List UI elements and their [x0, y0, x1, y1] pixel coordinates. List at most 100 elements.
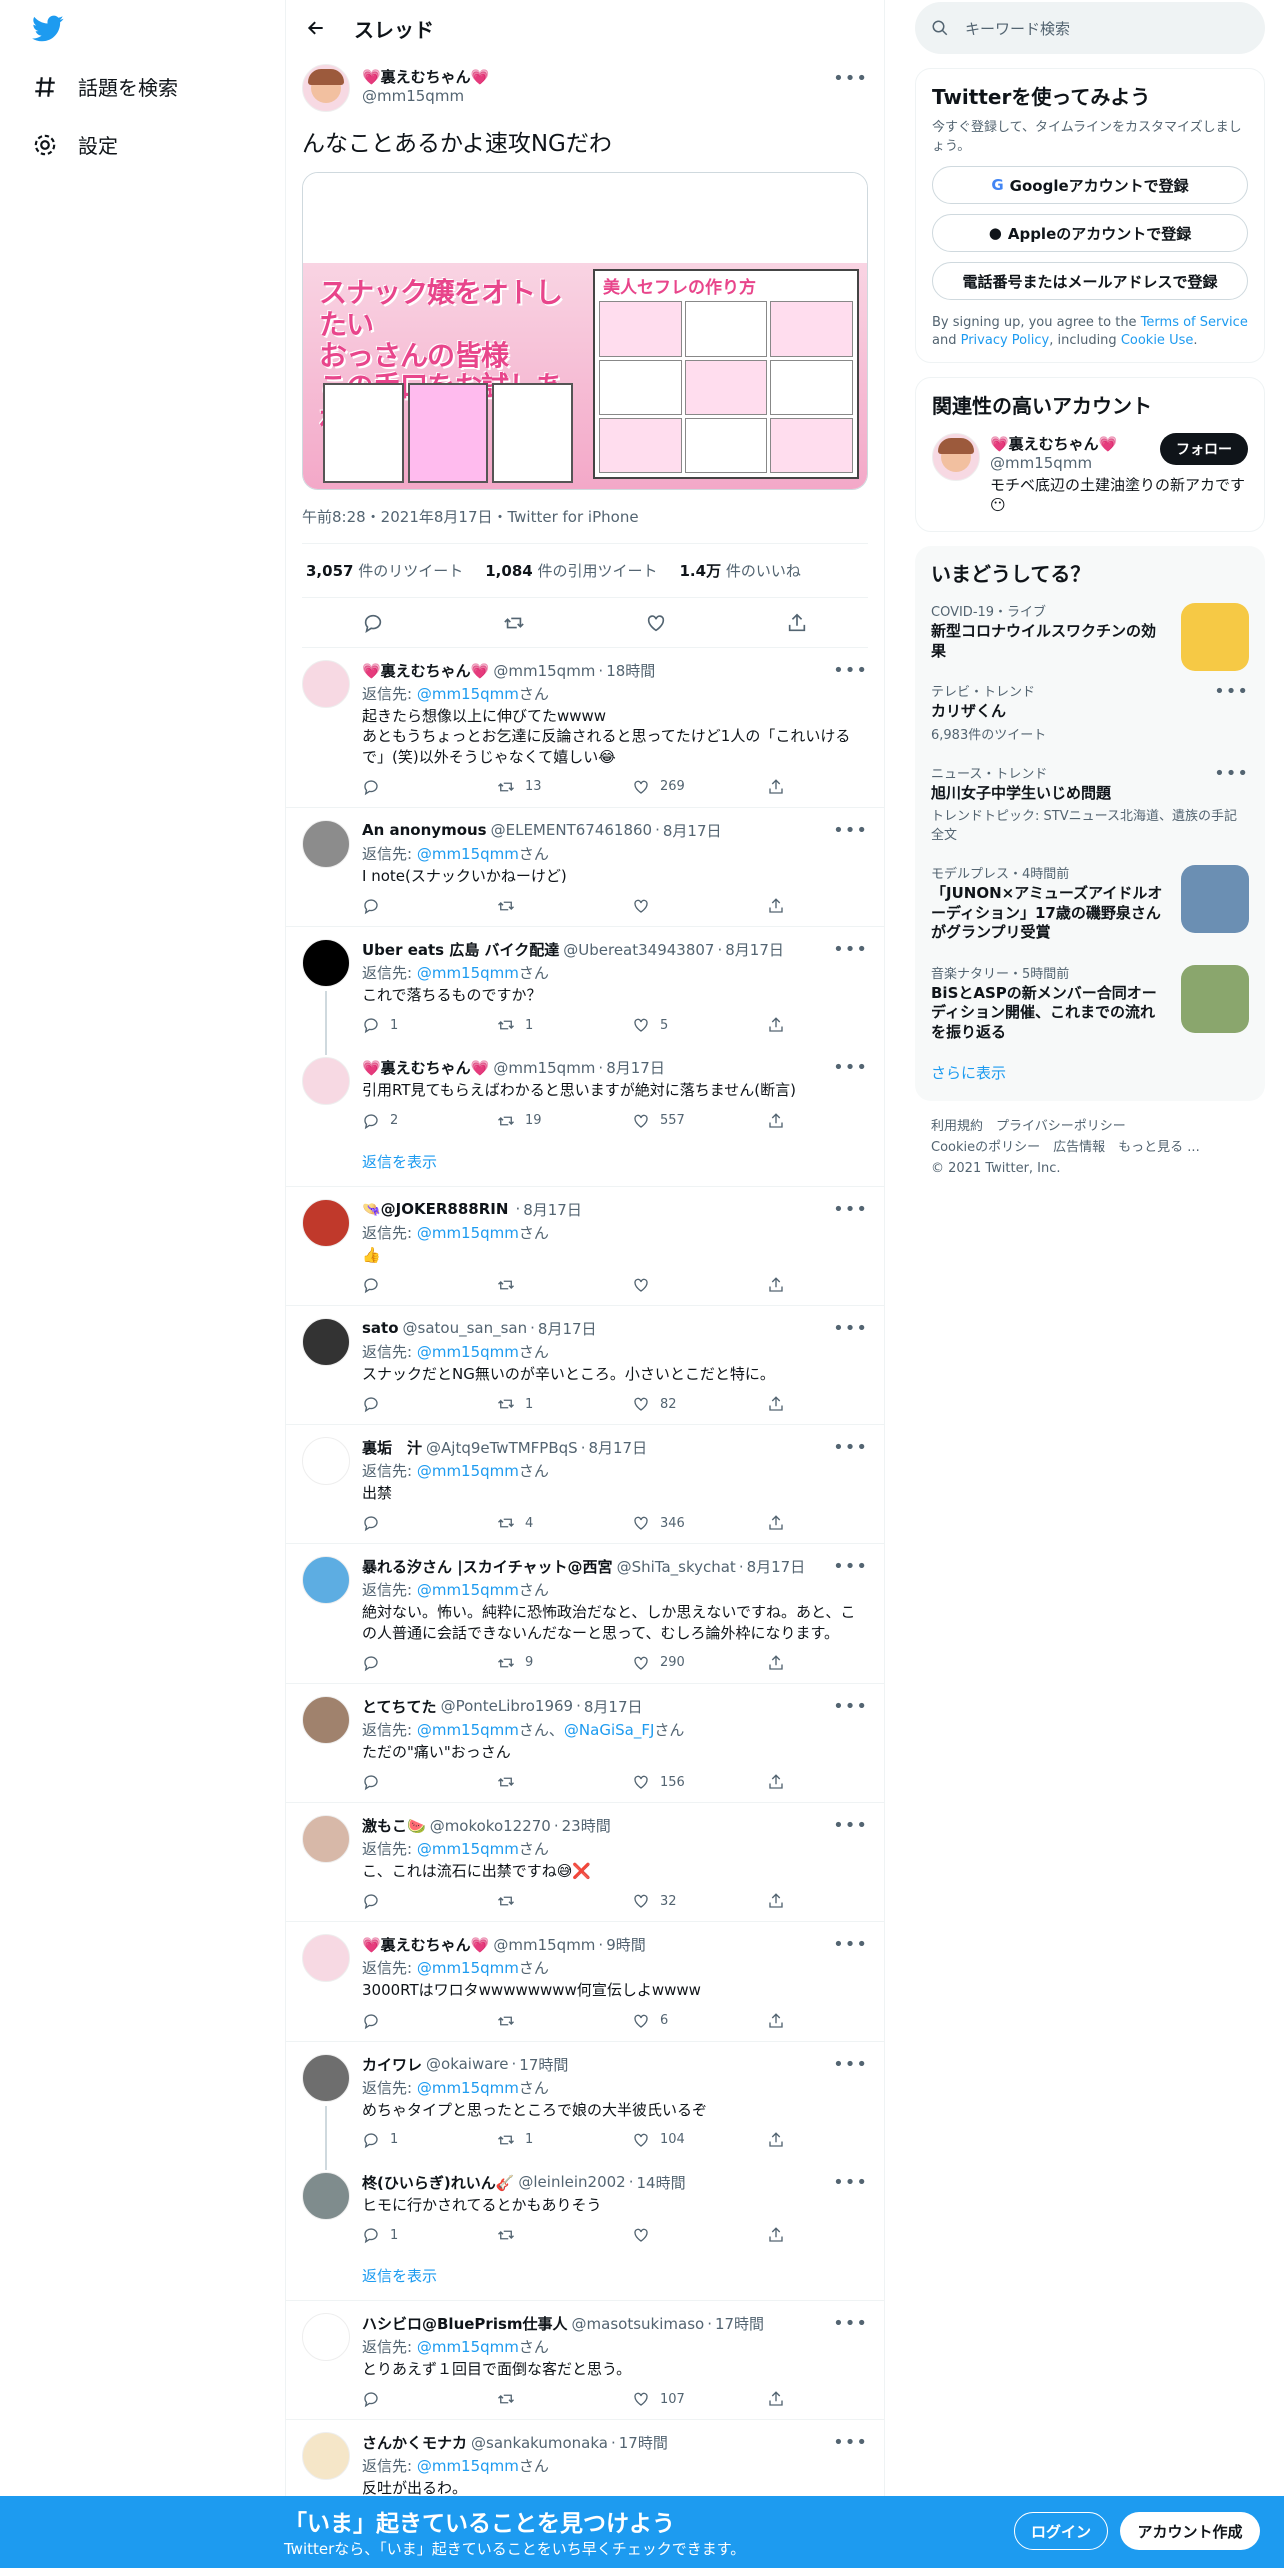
reply-button[interactable]: 1: [362, 2131, 452, 2149]
footer-more[interactable]: もっと見る ...: [1118, 1140, 1200, 1155]
avatar[interactable]: [302, 660, 350, 709]
reply-author-name[interactable]: ハシビロ@BluePrism仕事人: [362, 2313, 568, 2334]
tos-link[interactable]: Terms of Service: [1141, 315, 1248, 330]
share-button[interactable]: [767, 2226, 787, 2244]
reply-author-name[interactable]: 柊(ひいらぎ)れいん🎸: [362, 2172, 514, 2193]
reply-time[interactable]: 17時間: [619, 2432, 668, 2453]
reply-to-link[interactable]: @mm15qmm: [417, 1462, 519, 1480]
avatar[interactable]: [302, 819, 350, 868]
share-button[interactable]: [767, 2131, 787, 2149]
like-button[interactable]: [632, 897, 722, 915]
more-icon[interactable]: •••: [833, 820, 868, 841]
signup-button[interactable]: アカウント作成: [1120, 2512, 1260, 2550]
like-button[interactable]: 290: [632, 1654, 722, 1672]
reply-button[interactable]: [362, 1276, 452, 1294]
google-signup-button[interactable]: G Googleアカウントで登録: [932, 166, 1248, 204]
search-bar[interactable]: キーワード検索: [915, 2, 1265, 54]
reply-time[interactable]: 8月17日: [725, 939, 784, 960]
share-button[interactable]: [767, 778, 787, 796]
avatar[interactable]: [302, 1815, 350, 1864]
avatar[interactable]: [302, 1198, 350, 1247]
retweet-button[interactable]: 4: [497, 1514, 587, 1532]
login-button[interactable]: ログイン: [1014, 2512, 1108, 2550]
reply-author-handle[interactable]: @ShiTa_skychat: [617, 1558, 736, 1576]
avatar[interactable]: [302, 2171, 350, 2220]
reply-author-name[interactable]: 💗裏えむちゃん💗: [362, 1934, 489, 1955]
trend-item[interactable]: 音楽ナタリー・5時間前 BiSとASPの新メンバー合同オーディション開催、これまで…: [931, 953, 1249, 1053]
reply-author-handle[interactable]: @Ajtq9eTwTMFPBqS: [426, 1439, 578, 1457]
reply-to-link[interactable]: @mm15qmm: [417, 1224, 519, 1242]
reply-tweet[interactable]: An anonymous @ELEMENT67461860 · 8月17日 返信先: @…: [286, 808, 884, 928]
like-button[interactable]: 82: [632, 1395, 722, 1413]
trend-item[interactable]: COVID-19・ライブ 新型コロナウイルスワクチンの効果: [931, 591, 1249, 672]
like-button[interactable]: 6: [632, 2012, 722, 2030]
reply-to-link[interactable]: @mm15qmm: [417, 2079, 519, 2097]
reply-time[interactable]: 8月17日: [747, 1556, 806, 1577]
reply-to-link[interactable]: @mm15qmm: [417, 964, 519, 982]
trend-item[interactable]: ニュース・トレンド 旭川女子中学生いじめ問題 トレンドトピック: STVニュース北海…: [931, 753, 1249, 854]
retweet-button[interactable]: 1: [497, 1395, 587, 1413]
reply-to-link[interactable]: @mm15qmm: [417, 1581, 519, 1599]
reply-author-name[interactable]: カイワレ: [362, 2054, 422, 2075]
reply-tweet[interactable]: 柊(ひいらぎ)れいん🎸 @leinlein2002 · 14時間 ヒモに行かされてるとか…: [286, 2159, 884, 2302]
share-button[interactable]: [767, 1514, 787, 1532]
reply-author-name[interactable]: An anonymous: [362, 821, 487, 839]
author-name[interactable]: 💗裏えむちゃん💗: [362, 66, 489, 87]
reply-tweet[interactable]: ハシビロ@BluePrism仕事人 @masotsukimaso · 17時間 返信先:…: [286, 2301, 884, 2421]
retweet-button[interactable]: 19: [497, 1112, 587, 1130]
reply-author-handle[interactable]: @mm15qmm: [493, 1936, 595, 1954]
reply-author-name[interactable]: とてちてた: [362, 1696, 437, 1717]
reply-to-link[interactable]: @mm15qmm: [417, 1343, 519, 1361]
like-button[interactable]: 104: [632, 2131, 722, 2149]
tweet-media-image[interactable]: スナック嬢をオトしたい おっさんの皆様 この手口をお試しあれ 美人セフレの作り方: [302, 172, 868, 491]
retweet-button[interactable]: 1: [497, 2131, 587, 2149]
reply-button[interactable]: [362, 2390, 452, 2408]
retweet-button[interactable]: [497, 2390, 587, 2408]
share-button[interactable]: [767, 1892, 787, 1910]
retweet-button[interactable]: [497, 1892, 587, 1910]
reply-to-link[interactable]: @mm15qmm: [417, 1721, 519, 1739]
reply-author-name[interactable]: Uber eats 広島 バイク配達: [362, 939, 559, 960]
reply-to-link[interactable]: @mm15qmm: [417, 1840, 519, 1858]
reply-to-link[interactable]: @mm15qmm: [417, 685, 519, 703]
share-button[interactable]: [767, 1276, 787, 1294]
share-button[interactable]: [767, 1112, 787, 1130]
reply-button[interactable]: 1: [362, 2226, 452, 2244]
like-button[interactable]: 269: [632, 778, 722, 796]
reply-time[interactable]: 18時間: [606, 660, 655, 681]
more-icon[interactable]: •••: [833, 1199, 868, 1220]
reply-time[interactable]: 8月17日: [663, 820, 722, 841]
reply-time[interactable]: 9時間: [606, 1934, 646, 1955]
reply-time[interactable]: 17時間: [715, 2313, 764, 2334]
more-icon[interactable]: •••: [833, 1696, 868, 1717]
avatar[interactable]: [302, 939, 350, 988]
share-button[interactable]: [767, 1016, 787, 1034]
reply-button[interactable]: [362, 778, 452, 796]
share-button[interactable]: [767, 1654, 787, 1672]
phone-signup-button[interactable]: 電話番号またはメールアドレスで登録: [932, 262, 1248, 300]
reply-tweet[interactable]: 💗裏えむちゃん💗 @mm15qmm · 8月17日 引用RT見てもらえばわかると思います…: [286, 1045, 884, 1187]
reply-tweet[interactable]: 💗裏えむちゃん💗 @mm15qmm · 9時間 返信先: @mm15qmmさん 3000R…: [286, 1922, 884, 2042]
avatar[interactable]: [302, 1695, 350, 1744]
apple-signup-button[interactable]: ● Appleのアカウントで登録: [932, 214, 1248, 252]
like-button[interactable]: [632, 2226, 722, 2244]
reply-author-handle[interactable]: @satou_san_san: [403, 1319, 528, 1337]
reply-author-name[interactable]: 裏垢 汁: [362, 1437, 422, 1458]
show-replies-link[interactable]: 返信を表示: [362, 2255, 868, 2300]
retweet-button[interactable]: [497, 897, 587, 915]
like-button[interactable]: 5: [632, 1016, 722, 1034]
avatar[interactable]: [932, 433, 980, 482]
like-button[interactable]: 557: [632, 1112, 722, 1130]
reply-author-handle[interactable]: @okaiware: [426, 2055, 509, 2073]
retweet-button[interactable]: [497, 1276, 587, 1294]
retweet-button[interactable]: [497, 2226, 587, 2244]
reply-author-name[interactable]: sato: [362, 1319, 399, 1337]
like-button[interactable]: [632, 1276, 722, 1294]
reply-author-handle[interactable]: @masotsukimaso: [572, 2315, 705, 2333]
author-handle[interactable]: @mm15qmm: [362, 87, 489, 105]
trend-item[interactable]: テレビ・トレンド カリザくん 6,983件のツイート •••: [931, 671, 1249, 753]
reply-tweet[interactable]: sato @satou_san_san · 8月17日 返信先: @mm15qmmさんス…: [286, 1306, 884, 1426]
reply-to-link[interactable]: @mm15qmm: [417, 845, 519, 863]
avatar[interactable]: [302, 2053, 350, 2102]
retweet-button[interactable]: 1: [497, 1016, 587, 1034]
